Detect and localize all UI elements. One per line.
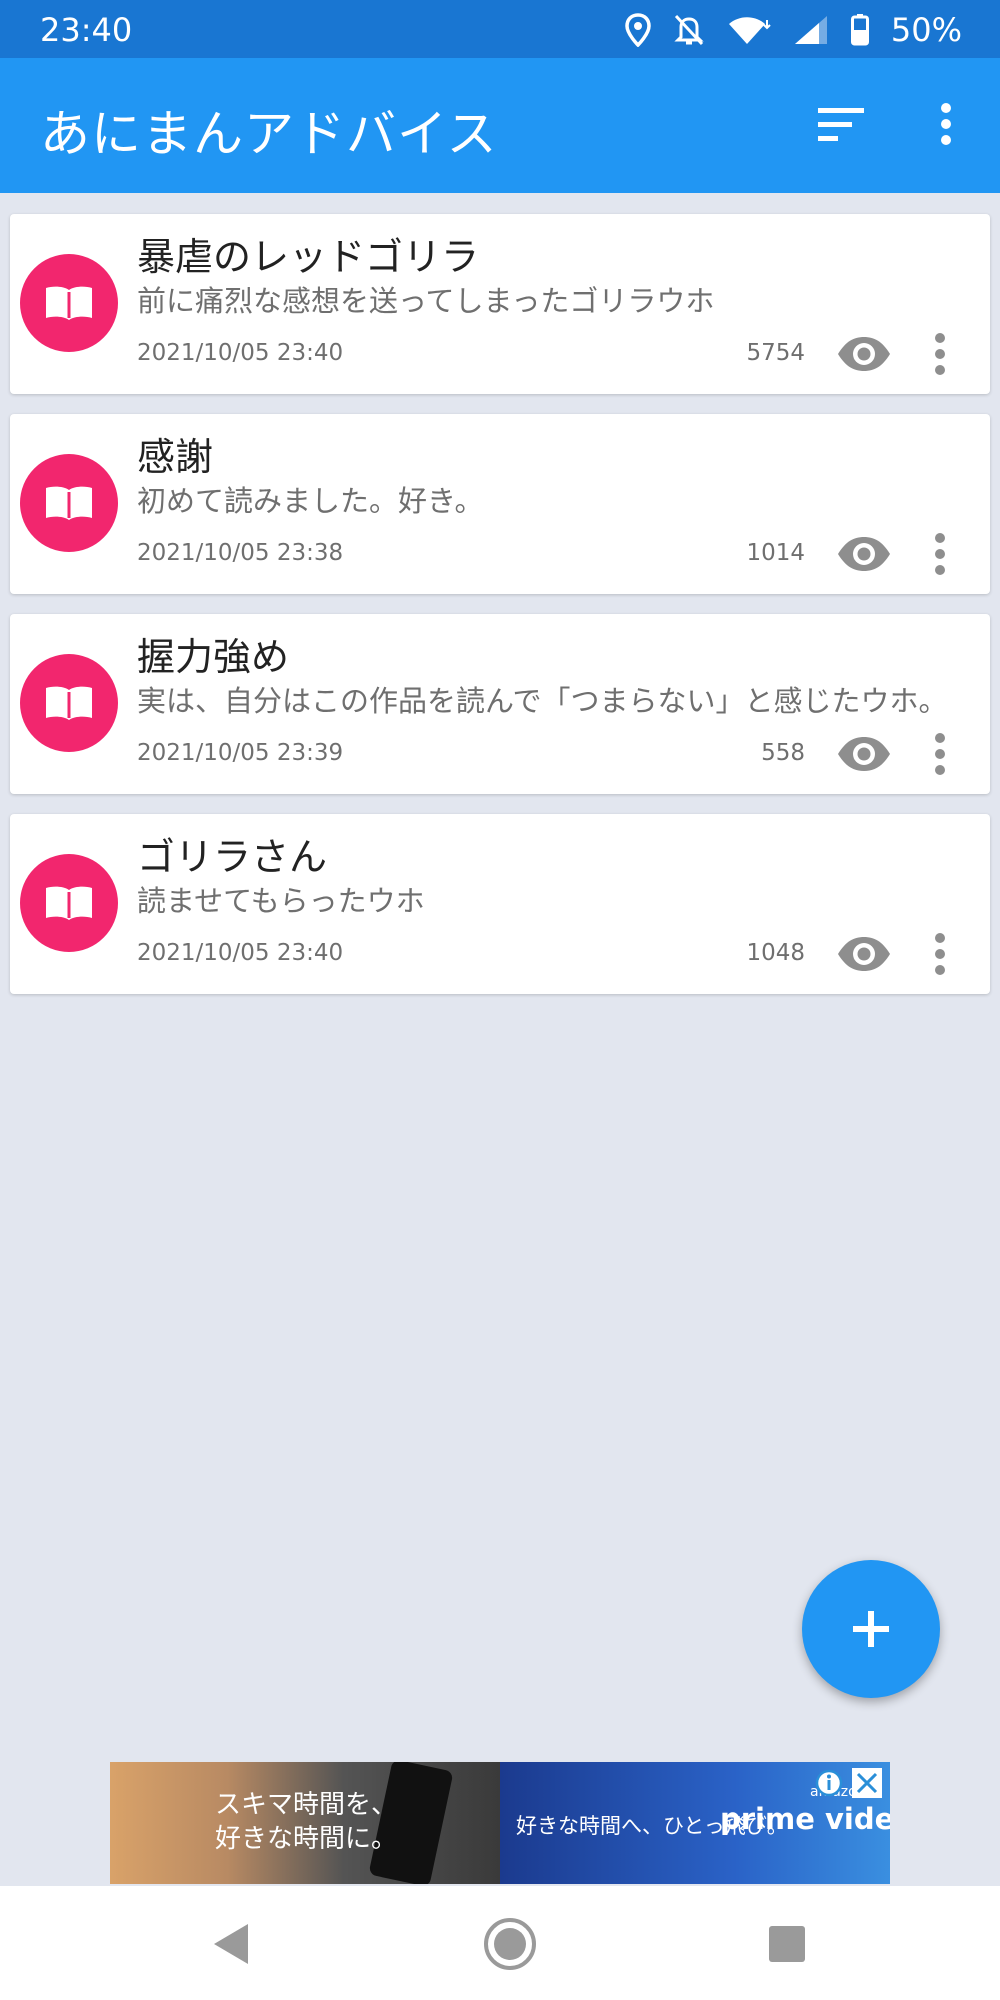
post-avatar — [20, 854, 118, 952]
close-icon[interactable] — [852, 1768, 882, 1798]
post-title: ゴリラさん — [137, 835, 328, 879]
ad-left-text: スキマ時間を、 好きな時間に。 — [215, 1788, 397, 1856]
view-count: 1014 — [746, 540, 805, 566]
ad-left-line1: スキマ時間を、 — [215, 1790, 398, 1820]
ad-image: スキマ時間を、 好きな時間に。 — [110, 1762, 500, 1884]
book-icon — [46, 686, 92, 720]
back-icon[interactable] — [208, 1920, 254, 1968]
app-bar: あにまんアドバイス — [0, 58, 1000, 193]
post-avatar — [20, 454, 118, 552]
post-date: 2021/10/05 23:40 — [137, 940, 344, 966]
post-title: 感謝 — [137, 435, 214, 479]
post-date: 2021/10/05 23:39 — [137, 740, 344, 766]
app-title: あにまんアドバイス — [40, 105, 498, 163]
view-count: 558 — [761, 740, 805, 766]
eye-icon[interactable] — [836, 535, 892, 573]
location-icon — [625, 13, 651, 47]
home-icon[interactable] — [482, 1916, 538, 1972]
post-body: 初めて読みました。好き。 — [137, 484, 484, 518]
post-avatar — [20, 654, 118, 752]
post-card[interactable]: 握力強め 実は、自分はこの作品を読んで「つまらない」と感じたウホ。 2021/1… — [10, 614, 990, 794]
more-vert-icon[interactable] — [923, 730, 957, 778]
post-body: 読ませてもらったウホ — [137, 884, 425, 918]
status-time: 23:40 — [40, 11, 133, 49]
post-title: 握力強め — [137, 635, 290, 679]
signal-icon — [794, 16, 827, 44]
sort-icon[interactable] — [812, 102, 872, 148]
ad-banner[interactable]: スキマ時間を、 好きな時間に。 好きな時間へ、ひとっ飛び。 amazon pri… — [110, 1762, 890, 1884]
battery-level: 50% — [890, 11, 962, 49]
add-post-button[interactable] — [802, 1560, 940, 1698]
battery-icon — [850, 14, 869, 46]
plus-icon — [853, 1611, 889, 1647]
ad-left-line2: 好きな時間に。 — [215, 1824, 398, 1854]
notifications-off-icon — [674, 14, 704, 46]
post-body: 実は、自分はこの作品を読んで「つまらない」と感じたウホ。 — [137, 684, 948, 718]
post-date: 2021/10/05 23:38 — [137, 540, 344, 566]
ad-brand-panel: 好きな時間へ、ひとっ飛び。 amazon prime video — [500, 1762, 890, 1884]
more-vert-icon[interactable] — [923, 330, 957, 378]
more-vert-icon[interactable] — [923, 530, 957, 578]
book-icon — [46, 886, 92, 920]
book-icon — [46, 286, 92, 320]
post-body: 前に痛烈な感想を送ってしまったゴリラウホ — [137, 284, 715, 318]
eye-icon[interactable] — [836, 735, 892, 773]
post-card[interactable]: ゴリラさん 読ませてもらったウホ 2021/10/05 23:40 1048 — [10, 814, 990, 994]
ad-brand: prime video — [720, 1802, 890, 1836]
status-bar: 23:40 50% — [0, 0, 1000, 58]
post-date: 2021/10/05 23:40 — [137, 340, 344, 366]
view-count: 5754 — [746, 340, 805, 366]
view-count: 1048 — [746, 940, 805, 966]
post-card[interactable]: 感謝 初めて読みました。好き。 2021/10/05 23:38 1014 — [10, 414, 990, 594]
eye-icon[interactable] — [836, 935, 892, 973]
info-icon[interactable] — [814, 1768, 844, 1798]
recents-icon[interactable] — [767, 1924, 807, 1964]
post-title: 暴虐のレッドゴリラ — [137, 235, 480, 279]
more-vert-icon[interactable] — [923, 930, 957, 978]
wifi-icon — [728, 17, 771, 44]
post-avatar — [20, 254, 118, 352]
post-card[interactable]: 暴虐のレッドゴリラ 前に痛烈な感想を送ってしまったゴリラウホ 2021/10/0… — [10, 214, 990, 394]
system-nav-bar — [0, 1886, 1000, 2000]
eye-icon[interactable] — [836, 335, 892, 373]
status-icons: 50% — [625, 10, 962, 50]
more-vert-icon[interactable] — [916, 94, 976, 154]
book-icon — [46, 486, 92, 520]
